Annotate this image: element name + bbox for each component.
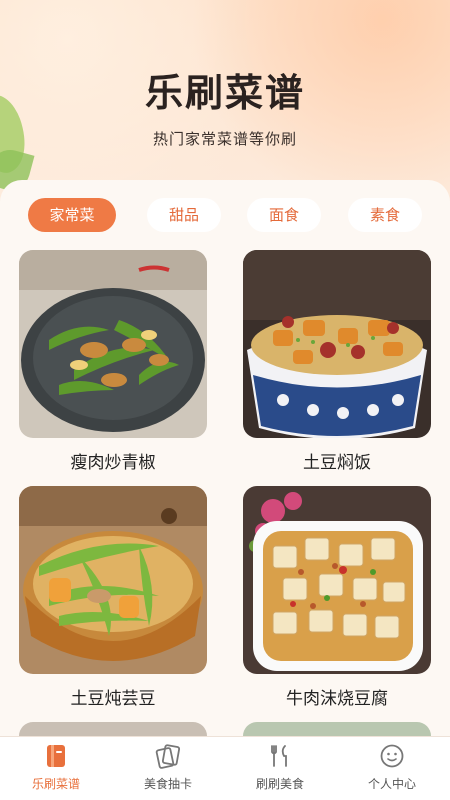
- recipe-title: 牛肉沫烧豆腐: [286, 689, 388, 709]
- nav-label: 刷刷美食: [255, 777, 304, 791]
- recipe-card[interactable]: 牛肉沫烧豆腐: [243, 486, 431, 709]
- potato-rice-photo: [243, 250, 431, 438]
- recipe-title: 土豆炖芸豆: [70, 689, 156, 709]
- nav-card-draw[interactable]: 美食抽卡: [112, 743, 224, 792]
- bottom-nav: 乐刷菜谱 美食抽卡 刷刷美食 个人中心: [0, 736, 450, 800]
- smiley-face-icon: [379, 743, 405, 769]
- stir-fry-pepper-photo: [19, 250, 207, 438]
- nav-profile[interactable]: 个人中心: [336, 743, 448, 792]
- fork-knife-icon: [267, 743, 293, 769]
- app-subtitle: 热门家常菜谱等你刷: [152, 130, 297, 148]
- beef-tofu-photo: [243, 486, 431, 674]
- tab-desserts[interactable]: 甜品: [147, 198, 221, 232]
- recipe-card[interactable]: 土豆焖饭: [243, 250, 431, 473]
- nav-recipes[interactable]: 乐刷菜谱: [0, 743, 112, 792]
- header-banner: 乐刷菜谱 热门家常菜谱等你刷: [0, 0, 450, 200]
- recipe-card[interactable]: 土豆炖芸豆: [19, 486, 207, 709]
- recipe-title: 瘦肉炒青椒: [70, 453, 156, 473]
- nav-label: 个人中心: [367, 777, 416, 791]
- nav-label: 乐刷菜谱: [31, 777, 80, 791]
- content-panel: 家常菜 甜品 面食 素食 瘦肉炒青椒 土豆焖饭 土豆炖芸豆 牛肉沫烧豆腐: [0, 180, 450, 750]
- tab-vegetarian[interactable]: 素食: [348, 198, 422, 232]
- tab-noodles[interactable]: 面食: [247, 198, 321, 232]
- potato-bean-stew-photo: [19, 486, 207, 674]
- category-tabs: 家常菜 甜品 面食 素食: [0, 198, 450, 232]
- tab-home-cooking[interactable]: 家常菜: [28, 198, 116, 232]
- nav-browse-food[interactable]: 刷刷美食: [224, 743, 336, 792]
- card-draw-icon: [155, 743, 181, 769]
- app-title: 乐刷菜谱: [144, 71, 305, 115]
- recipe-title: 土豆焖饭: [303, 453, 371, 473]
- nav-label: 美食抽卡: [143, 777, 192, 791]
- recipe-book-icon: [43, 743, 69, 769]
- recipe-card[interactable]: 瘦肉炒青椒: [19, 250, 207, 473]
